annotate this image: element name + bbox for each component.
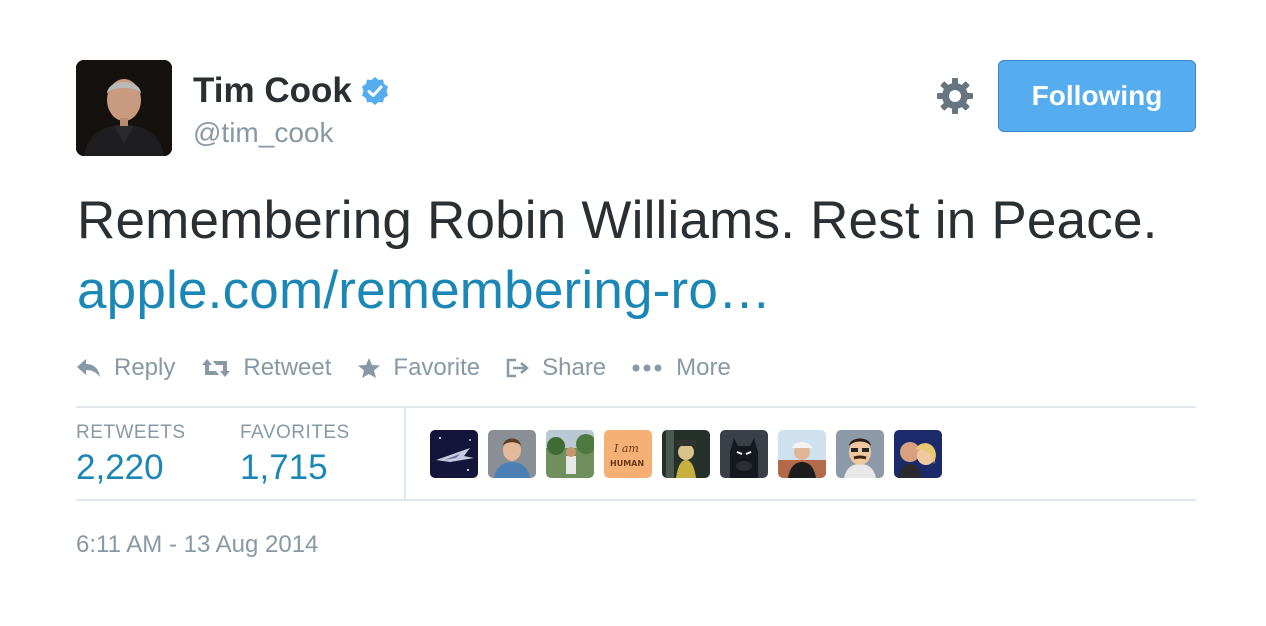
- favoriter-avatar[interactable]: [430, 430, 478, 478]
- more-button[interactable]: More: [632, 354, 731, 382]
- reply-button[interactable]: Reply: [76, 354, 175, 382]
- cap-person-avatar: [778, 430, 826, 478]
- retweets-count: 2,220: [76, 448, 164, 487]
- user-fullname[interactable]: Tim Cook: [193, 70, 352, 112]
- favorites-stat[interactable]: FAVORITES 1,715: [240, 422, 350, 490]
- favoriter-avatar[interactable]: I am HUMAN: [604, 430, 652, 478]
- batman-avatar: [720, 430, 768, 478]
- favoriter-avatar[interactable]: [720, 430, 768, 478]
- share-icon: [506, 358, 530, 378]
- retweet-icon: [202, 359, 231, 377]
- tweet-text: Remembering Robin Williams. Rest in Peac…: [77, 186, 1187, 326]
- following-button[interactable]: Following: [998, 60, 1196, 132]
- verified-badge-icon: [361, 77, 388, 105]
- tweet-actions: Reply Retweet Favorite Share More: [76, 350, 757, 386]
- i-am-human-avatar: I am HUMAN: [604, 430, 652, 478]
- reply-label: Reply: [114, 354, 176, 381]
- svg-text:I am: I am: [613, 442, 639, 455]
- svg-text:HUMAN: HUMAN: [610, 459, 644, 468]
- tweet-timestamp[interactable]: 6:11 AM - 13 Aug 2014: [76, 530, 318, 560]
- favoriter-avatar[interactable]: [546, 430, 594, 478]
- favorites-count: 1,715: [240, 448, 328, 487]
- favoriter-avatar[interactable]: [778, 430, 826, 478]
- favoriters-list: I am HUMAN: [430, 430, 952, 478]
- favorites-label: FAVORITES: [240, 422, 350, 443]
- retweet-label: Retweet: [243, 354, 332, 381]
- more-label: More: [676, 354, 731, 381]
- reply-icon: [77, 359, 100, 377]
- gear-icon[interactable]: [936, 77, 974, 115]
- cartoon-man-avatar: [836, 430, 884, 478]
- profile-avatar[interactable]: [76, 60, 172, 156]
- favorite-label: Favorite: [393, 354, 481, 381]
- share-button[interactable]: Share: [506, 354, 606, 382]
- share-label: Share: [542, 354, 607, 381]
- man-avatar: [488, 430, 536, 478]
- user-handle[interactable]: @tim_cook: [193, 115, 333, 151]
- star-icon: [358, 358, 381, 378]
- favoriter-avatar[interactable]: [488, 430, 536, 478]
- favoriter-avatar[interactable]: [836, 430, 884, 478]
- retweets-stat[interactable]: RETWEETS 2,220: [76, 422, 186, 490]
- name-row: Tim Cook: [193, 70, 390, 112]
- tweet-body: Remembering Robin Williams. Rest in Peac…: [77, 191, 1158, 250]
- retweet-button[interactable]: Retweet: [201, 354, 331, 382]
- tweet-link[interactable]: apple.com/remembering-ro…: [77, 261, 771, 320]
- spaceship-avatar: [430, 430, 478, 478]
- stats-top-divider: [76, 406, 1196, 408]
- favorite-button[interactable]: Favorite: [357, 354, 480, 382]
- stats-bottom-divider: [76, 499, 1196, 501]
- profile-photo: [76, 60, 172, 156]
- favoriter-avatar[interactable]: [894, 430, 942, 478]
- couple-avatar: [894, 430, 942, 478]
- retweets-label: RETWEETS: [76, 422, 186, 443]
- outdoor-person-avatar: [546, 430, 594, 478]
- stats-vertical-divider: [404, 408, 406, 500]
- more-icon: [632, 364, 662, 372]
- figure-avatar: [662, 430, 710, 478]
- favoriter-avatar[interactable]: [662, 430, 710, 478]
